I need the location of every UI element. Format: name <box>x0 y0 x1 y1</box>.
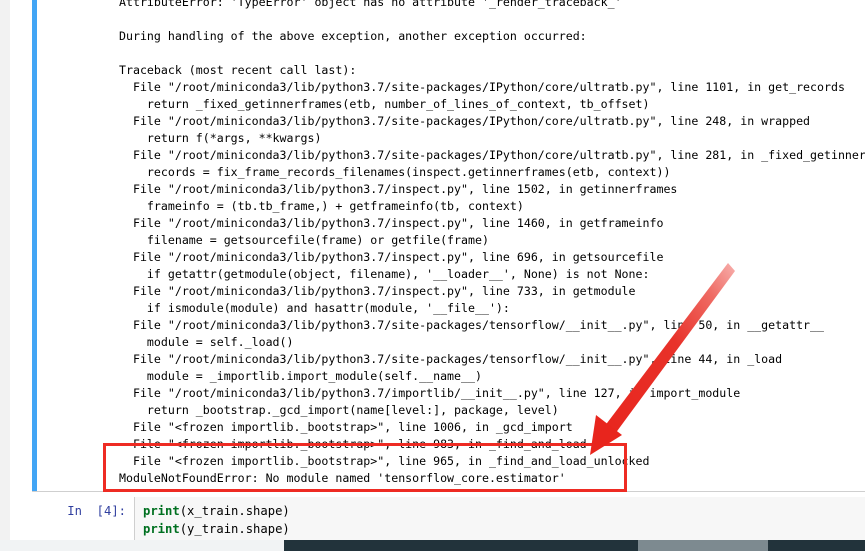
code-line: print(x_train.shape) <box>143 503 290 521</box>
traceback-line: ModuleNotFoundError: No module named 'te… <box>119 471 566 485</box>
traceback-line: frameinfo = (tb.tb_frame,) + getframeinf… <box>119 199 524 213</box>
code-input-cell[interactable]: In [4]: print(x_train.shape) print(y_trai… <box>14 495 865 540</box>
code-function-name: print <box>143 521 180 536</box>
traceback-line: filename = getsourcefile(frame) or getfi… <box>119 233 489 247</box>
traceback-line <box>119 45 865 62</box>
traceback-line: return _bootstrap._gcd_import(name[level… <box>119 403 559 417</box>
code-lines: print(x_train.shape) print(y_train.shape) <box>143 503 290 538</box>
traceback-line: File "/root/miniconda3/lib/python3.7/sit… <box>119 148 865 162</box>
traceback-line: File "/root/miniconda3/lib/python3.7/ins… <box>119 182 678 196</box>
code-line: print(y_train.shape) <box>143 521 290 539</box>
code-editor-area[interactable]: print(x_train.shape) print(y_train.shape) <box>134 497 865 540</box>
traceback-line: AttributeError: 'TypeError' object has n… <box>119 0 622 9</box>
traceback-line: return f(*args, **kwargs) <box>119 131 322 145</box>
notebook-screen: AttributeError: 'TypeError' object has n… <box>0 0 865 551</box>
input-prompt-label: In [4]: <box>67 504 126 518</box>
traceback-line: File "/root/miniconda3/lib/python3.7/sit… <box>119 352 783 366</box>
traceback-text: AttributeError: 'TypeError' object has n… <box>119 0 865 487</box>
scrollbar-thumb[interactable] <box>638 540 768 551</box>
error-traceback-output[interactable]: AttributeError: 'TypeError' object has n… <box>14 0 865 492</box>
traceback-line: File "/root/miniconda3/lib/python3.7/sit… <box>119 114 811 128</box>
traceback-line: module = self._load() <box>119 335 294 349</box>
traceback-line: if getattr(getmodule(object, filename), … <box>119 267 650 281</box>
output-separator <box>32 491 865 492</box>
scrollbar-track[interactable] <box>284 540 865 551</box>
traceback-line: File "/root/miniconda3/lib/python3.7/sit… <box>119 80 845 94</box>
traceback-line: if ismodule(module) and hasattr(module, … <box>119 301 510 315</box>
notebook-page: AttributeError: 'TypeError' object has n… <box>14 0 865 540</box>
traceback-line: During handling of the above exception, … <box>119 29 587 43</box>
traceback-line: File "/root/miniconda3/lib/python3.7/ins… <box>119 284 636 298</box>
traceback-line: records = fix_frame_records_filenames(in… <box>119 165 671 179</box>
traceback-line: File "<frozen importlib._bootstrap>", li… <box>119 420 573 434</box>
code-args: (x_train.shape) <box>179 504 290 518</box>
traceback-line: File "/root/miniconda3/lib/python3.7/ins… <box>119 216 664 230</box>
traceback-line: module = _importlib.import_module(self._… <box>119 369 482 383</box>
left-gutter <box>0 0 14 540</box>
cell-selection-bar <box>32 0 37 491</box>
traceback-line: File "/root/miniconda3/lib/python3.7/sit… <box>119 318 824 332</box>
traceback-line: Traceback (most recent call last): <box>119 63 357 77</box>
traceback-line: File "<frozen importlib._bootstrap>", li… <box>119 437 587 451</box>
code-args: (y_train.shape) <box>179 521 290 536</box>
horizontal-scrollbar[interactable] <box>0 540 865 551</box>
traceback-line <box>119 11 865 28</box>
traceback-line: File "<frozen importlib._bootstrap>", li… <box>119 454 650 468</box>
traceback-line: File "/root/miniconda3/lib/python3.7/imp… <box>119 386 741 400</box>
traceback-line: return _fixed_getinnerframes(etb, number… <box>119 97 650 111</box>
code-function-name: print <box>143 504 180 518</box>
traceback-line: File "/root/miniconda3/lib/python3.7/ins… <box>119 250 664 264</box>
